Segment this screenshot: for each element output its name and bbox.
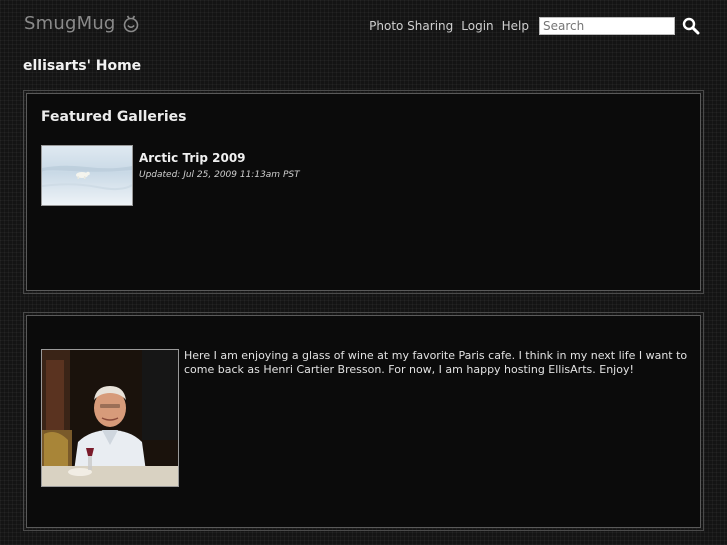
search-icon[interactable] <box>681 16 701 36</box>
gallery-thumbnail-arctic[interactable] <box>41 145 133 206</box>
nav-help[interactable]: Help <box>502 19 529 33</box>
smugmug-face-icon <box>122 13 140 33</box>
nav-login[interactable]: Login <box>461 19 493 33</box>
bio-inner: Here I am enjoying a glass of wine at my… <box>26 315 701 528</box>
featured-galleries-panel: Featured Galleries Arctic Trip 2009 Upda… <box>23 90 704 294</box>
bio-panel: Here I am enjoying a glass of wine at my… <box>23 312 704 531</box>
featured-galleries-title: Featured Galleries <box>41 109 187 125</box>
featured-galleries-inner: Featured Galleries Arctic Trip 2009 Upda… <box>26 93 701 291</box>
logo-text: SmugMug <box>24 12 116 34</box>
page-title: ellisarts' Home <box>23 58 142 74</box>
gallery-title-link[interactable]: Arctic Trip 2009 <box>139 151 246 165</box>
bio-photo <box>41 349 179 487</box>
gallery-updated-date: Updated: Jul 25, 2009 11:13am PST <box>139 170 300 180</box>
smugmug-logo[interactable]: SmugMug <box>24 12 140 34</box>
bio-text: Here I am enjoying a glass of wine at my… <box>184 349 688 376</box>
nav-photo-sharing[interactable]: Photo Sharing <box>369 19 453 33</box>
top-navigation: Photo Sharing Login Help <box>369 16 701 36</box>
search-input[interactable] <box>539 17 675 35</box>
